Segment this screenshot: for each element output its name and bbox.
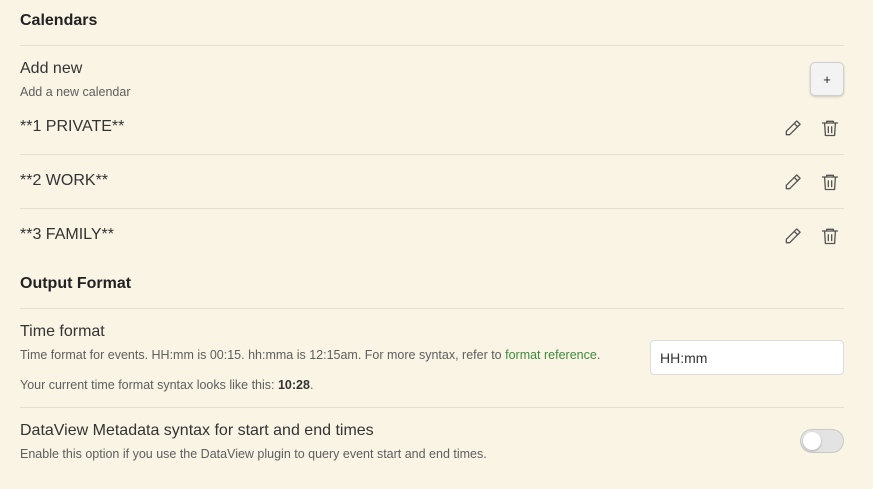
dataview-title: DataView Metadata syntax for start and e… bbox=[20, 422, 374, 439]
time-format-description-text: Time format for events. HH:mm is 00:15. … bbox=[20, 348, 506, 362]
time-format-input[interactable] bbox=[650, 340, 844, 375]
description-period: . bbox=[596, 348, 601, 362]
calendar-row-family: **3 FAMILY** bbox=[20, 218, 844, 254]
current-format-value: 10:28 bbox=[277, 378, 310, 392]
calendar-row-work: **2 WORK** bbox=[20, 164, 844, 200]
delete-calendar-button[interactable] bbox=[819, 225, 841, 247]
current-time-format: Your current time format syntax looks li… bbox=[20, 378, 313, 392]
delete-calendar-button[interactable] bbox=[819, 117, 841, 139]
edit-calendar-button[interactable] bbox=[782, 171, 804, 193]
add-calendar-button[interactable]: + bbox=[810, 62, 844, 96]
pencil-icon bbox=[785, 120, 801, 136]
divider bbox=[20, 154, 844, 155]
current-format-period: . bbox=[309, 378, 314, 392]
calendar-row-private: **1 PRIVATE** bbox=[20, 110, 844, 146]
pencil-icon bbox=[785, 174, 801, 190]
add-new-title: Add new bbox=[20, 60, 83, 77]
current-format-label: Your current time format syntax looks li… bbox=[20, 378, 278, 392]
trash-icon bbox=[821, 174, 839, 191]
dataview-toggle[interactable] bbox=[800, 429, 844, 453]
trash-icon bbox=[821, 228, 839, 245]
calendars-heading: Calendars bbox=[20, 12, 98, 29]
divider bbox=[20, 407, 844, 408]
output-format-heading: Output Format bbox=[20, 275, 132, 292]
add-new-description: Add a new calendar bbox=[20, 85, 131, 99]
calendar-name: **3 FAMILY** bbox=[20, 226, 114, 243]
pencil-icon bbox=[785, 228, 801, 244]
calendar-name: **1 PRIVATE** bbox=[20, 118, 125, 135]
dataview-description: Enable this option if you use the DataVi… bbox=[20, 447, 487, 461]
divider bbox=[20, 45, 844, 46]
trash-icon bbox=[821, 120, 839, 137]
time-format-description: Time format for events. HH:mm is 00:15. … bbox=[20, 348, 630, 362]
edit-calendar-button[interactable] bbox=[782, 225, 804, 247]
divider bbox=[20, 308, 844, 309]
calendar-name: **2 WORK** bbox=[20, 172, 109, 189]
format-reference-link[interactable]: format reference bbox=[505, 348, 597, 362]
toggle-knob bbox=[803, 432, 821, 450]
edit-calendar-button[interactable] bbox=[782, 117, 804, 139]
divider bbox=[20, 208, 844, 209]
delete-calendar-button[interactable] bbox=[819, 171, 841, 193]
time-format-title: Time format bbox=[20, 323, 105, 340]
